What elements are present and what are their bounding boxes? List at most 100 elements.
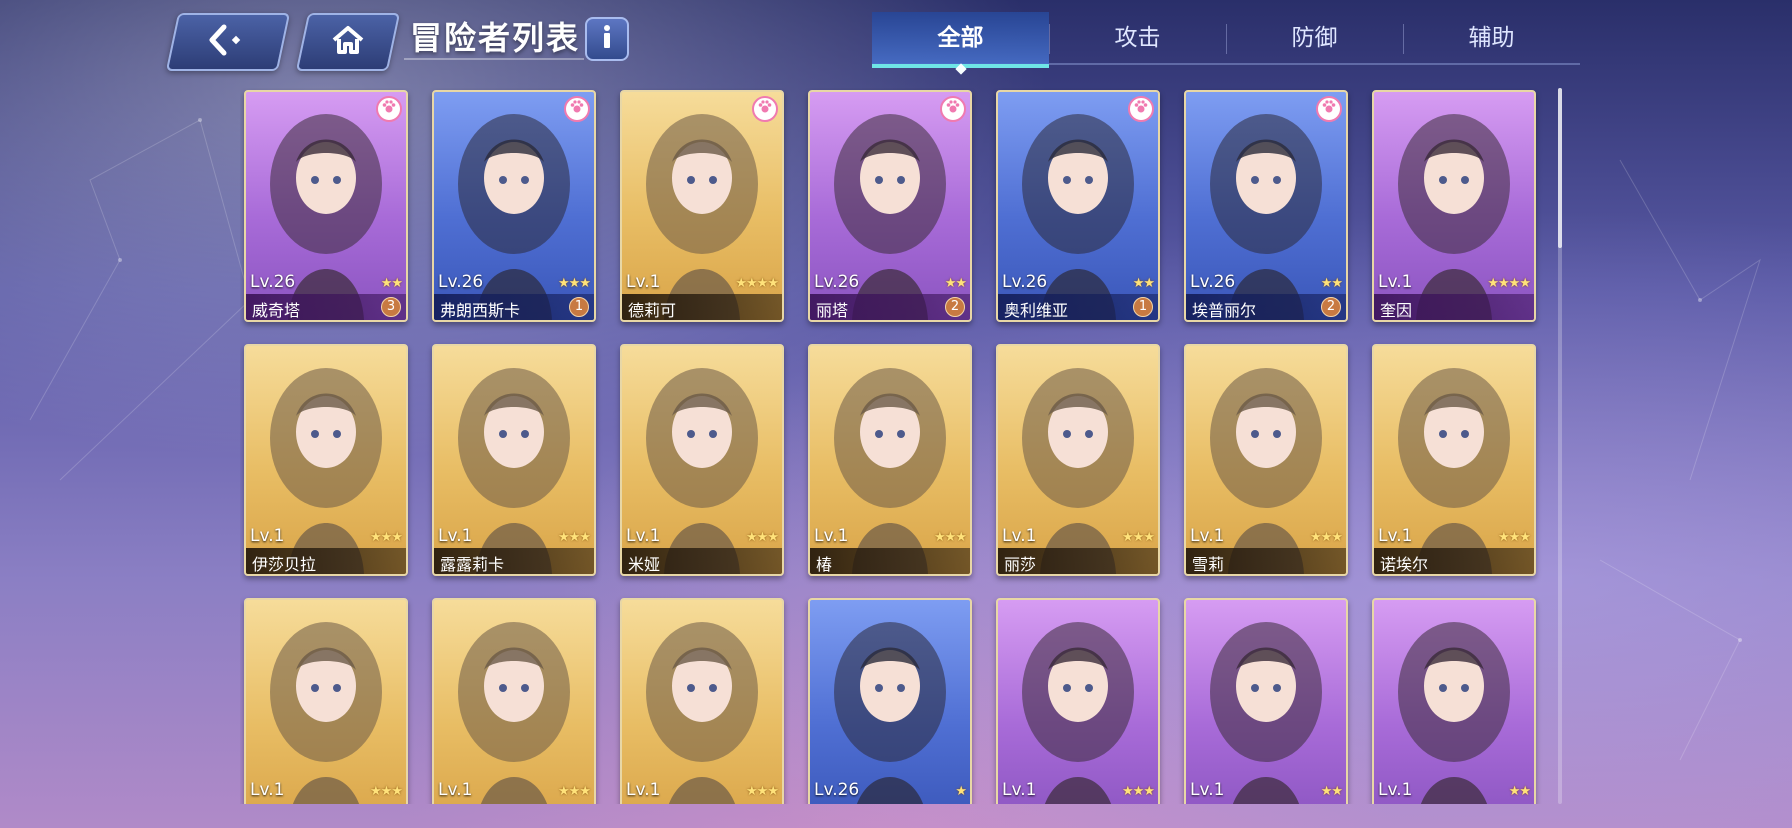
- home-button[interactable]: [295, 13, 401, 71]
- adventurer-card[interactable]: Lv.1 ★★★ 露露莉卡: [432, 344, 596, 576]
- scroll-thumb[interactable]: [1558, 88, 1562, 248]
- tab-label: 辅助: [1468, 25, 1515, 51]
- adventurer-card[interactable]: Lv.1 ★★★ 雪莉: [1184, 344, 1348, 576]
- character-portrait: [458, 622, 570, 804]
- adventurer-card[interactable]: Lv.1 ★★★ 伊莎贝拉: [244, 344, 408, 576]
- level-label: Lv.1: [626, 272, 661, 292]
- adventurer-card[interactable]: Lv.26 ★★ 埃普丽尔 2: [1184, 90, 1348, 322]
- level-label: Lv.26: [250, 272, 296, 292]
- adventurer-card[interactable]: Lv.1 ★★★ 诺埃尔: [1372, 344, 1536, 576]
- name-bar: 丽莎: [998, 548, 1158, 574]
- adventurer-card[interactable]: Lv.26 ★★★ 弗朗西斯卡 1: [432, 90, 596, 322]
- count-badge: 1: [1133, 297, 1153, 317]
- level-label: Lv.1: [1002, 526, 1037, 546]
- adventurer-card[interactable]: Lv.26 ★★ 奥利维亚 1: [996, 90, 1160, 322]
- character-portrait: [1398, 622, 1510, 804]
- star-rating: ★★★: [746, 784, 779, 799]
- name-bar: 椿: [810, 548, 970, 574]
- star-rating: ★★★: [1310, 530, 1343, 545]
- star-rating: ★★★: [1122, 530, 1155, 545]
- tab-attack[interactable]: 攻击: [1049, 12, 1226, 64]
- adventurer-card[interactable]: Lv.26 ★★ 丽塔 2: [808, 90, 972, 322]
- back-button[interactable]: [165, 13, 291, 71]
- adventurer-name: 丽莎: [1004, 555, 1037, 574]
- name-bar: 丽塔 2: [810, 294, 970, 320]
- home-icon: [331, 25, 365, 59]
- adventurer-card[interactable]: Lv.1 ★★★★ 德莉可: [620, 90, 784, 322]
- name-bar: 米娅: [622, 548, 782, 574]
- scrollbar[interactable]: [1558, 88, 1562, 804]
- paw-badge: [940, 96, 966, 122]
- tab-support[interactable]: 辅助: [1403, 12, 1580, 64]
- adventurer-name: 奎因: [1380, 301, 1413, 320]
- adventurer-card[interactable]: Lv.1 ★★: [1184, 598, 1348, 804]
- star-rating: ★★★: [558, 784, 591, 799]
- adventurer-card[interactable]: Lv.26 ★★ 威奇塔 3: [244, 90, 408, 322]
- tab-all[interactable]: 全部: [872, 12, 1049, 75]
- name-bar: 埃普丽尔 2: [1186, 294, 1346, 320]
- paw-icon: [1133, 99, 1149, 119]
- adventurer-name: 丽塔: [816, 301, 849, 320]
- tab-label: 防御: [1291, 25, 1338, 51]
- star-rating: ★★: [1132, 276, 1155, 291]
- active-tab-indicator: [954, 63, 967, 75]
- level-label: Lv.1: [626, 526, 661, 546]
- character-portrait: [270, 622, 382, 804]
- adventurer-card[interactable]: Lv.1 ★★★: [432, 598, 596, 804]
- star-rating: ★★★: [558, 276, 591, 291]
- star-rating: ★★: [380, 276, 403, 291]
- adventurer-card[interactable]: Lv.1 ★★★ 米娅: [620, 344, 784, 576]
- adventurer-grid[interactable]: Lv.26 ★★ 威奇塔 3 Lv.26 ★★★ 弗朗西斯卡 1 Lv.1 ★★★★ 德莉可 Lv.2…: [240, 88, 1548, 804]
- adventurer-card[interactable]: Lv.1 ★★★: [996, 598, 1160, 804]
- star-rating: ★★★★: [735, 276, 779, 291]
- info-button[interactable]: [585, 17, 629, 61]
- adventurer-card[interactable]: Lv.1 ★★★ 丽莎: [996, 344, 1160, 576]
- level-label: Lv.1: [1378, 780, 1413, 800]
- tab-defense[interactable]: 防御: [1226, 12, 1403, 64]
- adventurer-name: 伊莎贝拉: [252, 555, 317, 574]
- level-label: Lv.1: [438, 526, 473, 546]
- name-bar: 威奇塔 3: [246, 294, 406, 320]
- adventurer-name: 露露莉卡: [440, 555, 505, 574]
- adventurer-card[interactable]: Lv.1 ★★: [1372, 598, 1536, 804]
- level-label: Lv.1: [1002, 780, 1037, 800]
- adventurer-name: 埃普丽尔: [1192, 301, 1257, 320]
- star-rating: ★★★: [1498, 530, 1531, 545]
- adventurer-card[interactable]: Lv.1 ★★★: [244, 598, 408, 804]
- name-bar: 奎因: [1374, 294, 1534, 320]
- star-rating: ★★: [1320, 784, 1343, 799]
- adventurer-name: 米娅: [628, 555, 661, 574]
- name-bar: 德莉可: [622, 294, 782, 320]
- level-label: Lv.26: [1002, 272, 1048, 292]
- paw-icon: [569, 99, 585, 119]
- paw-icon: [945, 99, 961, 119]
- adventurer-card[interactable]: Lv.1 ★★★★ 奎因: [1372, 90, 1536, 322]
- paw-badge: [752, 96, 778, 122]
- paw-icon: [757, 99, 773, 119]
- count-badge: 3: [381, 297, 401, 317]
- level-label: Lv.1: [626, 780, 661, 800]
- count-badge: 2: [945, 297, 965, 317]
- star-rating: ★★★★: [1487, 276, 1531, 291]
- adventurer-name: 威奇塔: [252, 301, 301, 320]
- adventurer-name: 椿: [816, 555, 833, 574]
- character-portrait: [1022, 622, 1134, 804]
- star-rating: ★★: [944, 276, 967, 291]
- paw-badge: [376, 96, 402, 122]
- count-badge: 2: [1321, 297, 1341, 317]
- name-bar: 雪莉: [1186, 548, 1346, 574]
- tab-label: 全部: [937, 25, 984, 51]
- adventurer-card[interactable]: Lv.1 ★★★: [620, 598, 784, 804]
- level-label: Lv.1: [250, 526, 285, 546]
- back-arrow-icon: [206, 23, 250, 61]
- adventurer-card[interactable]: Lv.26 ★: [808, 598, 972, 804]
- level-label: Lv.1: [250, 780, 285, 800]
- page-title: 冒险者列表: [410, 19, 581, 57]
- level-label: Lv.26: [814, 780, 860, 800]
- level-label: Lv.1: [438, 780, 473, 800]
- title-underline: [404, 58, 584, 60]
- level-label: Lv.1: [1378, 526, 1413, 546]
- adventurer-card[interactable]: Lv.1 ★★★ 椿: [808, 344, 972, 576]
- level-label: Lv.1: [1190, 780, 1225, 800]
- name-bar: 弗朗西斯卡 1: [434, 294, 594, 320]
